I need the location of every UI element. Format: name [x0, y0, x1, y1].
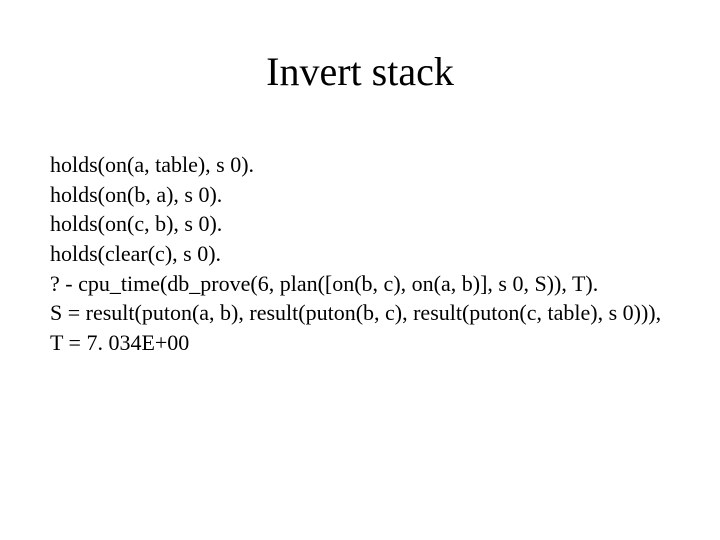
code-line: S = result(puton(a, b), result(puton(b, … — [50, 298, 680, 328]
code-line: holds(clear(c), s 0). — [50, 239, 680, 269]
slide-body: holds(on(a, table), s 0). holds(on(b, a)… — [50, 150, 680, 358]
slide: Invert stack holds(on(a, table), s 0). h… — [0, 0, 720, 540]
code-line: holds(on(c, b), s 0). — [50, 209, 680, 239]
slide-title: Invert stack — [0, 48, 720, 95]
code-line: holds(on(b, a), s 0). — [50, 180, 680, 210]
code-line: holds(on(a, table), s 0). — [50, 150, 680, 180]
code-line: ? - cpu_time(db_prove(6, plan([on(b, c),… — [50, 269, 680, 299]
code-line: T = 7. 034E+00 — [50, 328, 680, 358]
